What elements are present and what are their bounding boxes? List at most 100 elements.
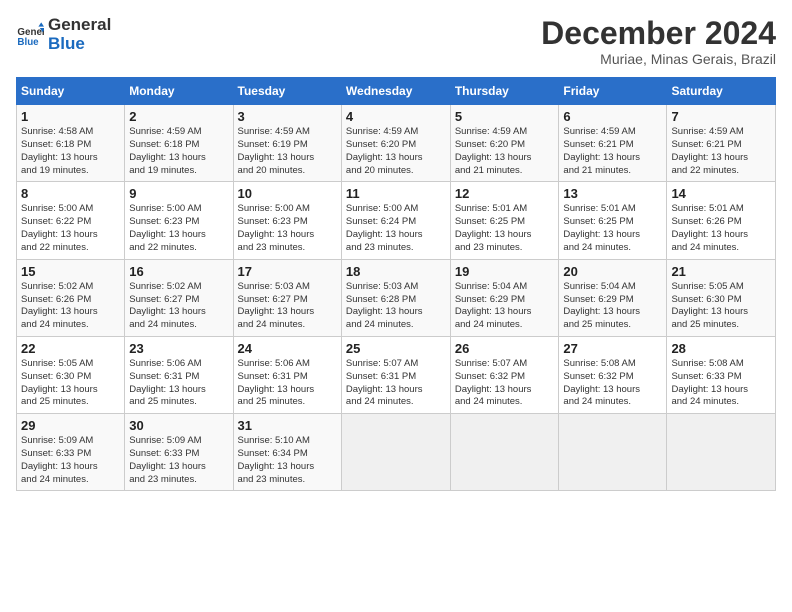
- calendar-week-row: 15 Sunrise: 5:02 AMSunset: 6:26 PMDayligh…: [17, 259, 776, 336]
- day-number: 16: [129, 264, 228, 279]
- day-number: 5: [455, 109, 555, 124]
- day-of-week-header: Friday: [559, 78, 667, 105]
- calendar-day-cell: 7Sunrise: 4:59 AMSunset: 6:21 PMDaylight…: [667, 105, 776, 182]
- day-number: 4: [346, 109, 446, 124]
- day-of-week-header: Saturday: [667, 78, 776, 105]
- day-number: 14: [671, 186, 771, 201]
- day-number: 28: [671, 341, 771, 356]
- day-info: Sunrise: 5:06 AMSunset: 6:31 PMDaylight:…: [238, 358, 337, 409]
- day-of-week-header: Monday: [125, 78, 233, 105]
- logo-icon: General Blue: [16, 21, 44, 49]
- calendar-day-cell: [450, 414, 559, 491]
- calendar-day-cell: [341, 414, 450, 491]
- calendar-day-cell: 12 Sunrise: 5:01 AMSunset: 6:25 PMDayligh…: [450, 182, 559, 259]
- day-info: Sunrise: 5:08 AMSunset: 6:32 PMDaylight:…: [563, 358, 662, 409]
- day-number: 27: [563, 341, 662, 356]
- calendar-day-cell: 1 Sunrise: 4:58 AMSunset: 6:18 PMDaylight…: [17, 105, 125, 182]
- day-info: Sunrise: 5:00 AMSunset: 6:23 PMDaylight:…: [238, 203, 337, 254]
- day-info: Sunrise: 5:00 AMSunset: 6:22 PMDaylight:…: [21, 203, 120, 254]
- day-info: Sunrise: 4:58 AMSunset: 6:18 PMDaylight:…: [21, 126, 120, 177]
- day-info: Sunrise: 5:02 AMSunset: 6:26 PMDaylight:…: [21, 281, 120, 332]
- day-number: 19: [455, 264, 555, 279]
- calendar-day-cell: 27 Sunrise: 5:08 AMSunset: 6:32 PMDayligh…: [559, 336, 667, 413]
- calendar-day-cell: 31Sunrise: 5:10 AMSunset: 6:34 PMDayligh…: [233, 414, 341, 491]
- day-info: Sunrise: 5:05 AMSunset: 6:30 PMDaylight:…: [21, 358, 120, 409]
- day-of-week-header: Sunday: [17, 78, 125, 105]
- day-number: 1: [21, 109, 120, 124]
- calendar-table: SundayMondayTuesdayWednesdayThursdayFrid…: [16, 77, 776, 491]
- day-info: Sunrise: 4:59 AMSunset: 6:20 PMDaylight:…: [455, 126, 555, 177]
- day-number: 11: [346, 186, 446, 201]
- day-info: Sunrise: 4:59 AMSunset: 6:21 PMDaylight:…: [563, 126, 662, 177]
- day-number: 10: [238, 186, 337, 201]
- page-container: General Blue General Blue December 2024 …: [0, 0, 792, 501]
- day-number: 23: [129, 341, 228, 356]
- day-info: Sunrise: 5:04 AMSunset: 6:29 PMDaylight:…: [455, 281, 555, 332]
- day-number: 22: [21, 341, 120, 356]
- calendar-header: SundayMondayTuesdayWednesdayThursdayFrid…: [17, 78, 776, 105]
- day-number: 20: [563, 264, 662, 279]
- day-number: 26: [455, 341, 555, 356]
- day-info: Sunrise: 5:05 AMSunset: 6:30 PMDaylight:…: [671, 281, 771, 332]
- title-block: December 2024 Muriae, Minas Gerais, Braz…: [541, 16, 776, 67]
- day-of-week-header: Wednesday: [341, 78, 450, 105]
- day-number: 12: [455, 186, 555, 201]
- day-info: Sunrise: 5:09 AMSunset: 6:33 PMDaylight:…: [129, 435, 228, 486]
- calendar-day-cell: 8 Sunrise: 5:00 AMSunset: 6:22 PMDaylight…: [17, 182, 125, 259]
- day-info: Sunrise: 5:09 AMSunset: 6:33 PMDaylight:…: [21, 435, 120, 486]
- day-info: Sunrise: 5:02 AMSunset: 6:27 PMDaylight:…: [129, 281, 228, 332]
- calendar-day-cell: 2Sunrise: 4:59 AMSunset: 6:18 PMDaylight…: [125, 105, 233, 182]
- calendar-day-cell: 5 Sunrise: 4:59 AMSunset: 6:20 PMDaylight…: [450, 105, 559, 182]
- day-number: 9: [129, 186, 228, 201]
- day-info: Sunrise: 5:03 AMSunset: 6:27 PMDaylight:…: [238, 281, 337, 332]
- day-number: 29: [21, 418, 120, 433]
- day-number: 25: [346, 341, 446, 356]
- calendar-day-cell: 20 Sunrise: 5:04 AMSunset: 6:29 PMDayligh…: [559, 259, 667, 336]
- calendar-day-cell: 17Sunrise: 5:03 AMSunset: 6:27 PMDayligh…: [233, 259, 341, 336]
- month-title: December 2024: [541, 16, 776, 51]
- calendar-week-row: 1 Sunrise: 4:58 AMSunset: 6:18 PMDaylight…: [17, 105, 776, 182]
- day-number: 8: [21, 186, 120, 201]
- calendar-day-cell: 19 Sunrise: 5:04 AMSunset: 6:29 PMDayligh…: [450, 259, 559, 336]
- calendar-day-cell: 29 Sunrise: 5:09 AMSunset: 6:33 PMDayligh…: [17, 414, 125, 491]
- day-number: 31: [238, 418, 337, 433]
- calendar-day-cell: 24Sunrise: 5:06 AMSunset: 6:31 PMDayligh…: [233, 336, 341, 413]
- calendar-day-cell: 16 Sunrise: 5:02 AMSunset: 6:27 PMDayligh…: [125, 259, 233, 336]
- day-number: 15: [21, 264, 120, 279]
- day-number: 21: [671, 264, 771, 279]
- day-of-week-header: Tuesday: [233, 78, 341, 105]
- calendar-week-row: 29 Sunrise: 5:09 AMSunset: 6:33 PMDayligh…: [17, 414, 776, 491]
- day-info: Sunrise: 4:59 AMSunset: 6:18 PMDaylight:…: [129, 126, 228, 177]
- day-info: Sunrise: 5:07 AMSunset: 6:31 PMDaylight:…: [346, 358, 446, 409]
- day-info: Sunrise: 5:08 AMSunset: 6:33 PMDaylight:…: [671, 358, 771, 409]
- calendar-day-cell: [559, 414, 667, 491]
- day-info: Sunrise: 5:00 AMSunset: 6:24 PMDaylight:…: [346, 203, 446, 254]
- subtitle: Muriae, Minas Gerais, Brazil: [541, 51, 776, 67]
- day-info: Sunrise: 5:06 AMSunset: 6:31 PMDaylight:…: [129, 358, 228, 409]
- calendar-day-cell: 9 Sunrise: 5:00 AMSunset: 6:23 PMDaylight…: [125, 182, 233, 259]
- calendar-week-row: 22 Sunrise: 5:05 AMSunset: 6:30 PMDayligh…: [17, 336, 776, 413]
- calendar-day-cell: 21 Sunrise: 5:05 AMSunset: 6:30 PMDayligh…: [667, 259, 776, 336]
- day-info: Sunrise: 4:59 AMSunset: 6:19 PMDaylight:…: [238, 126, 337, 177]
- day-number: 6: [563, 109, 662, 124]
- day-number: 7: [671, 109, 771, 124]
- day-info: Sunrise: 5:03 AMSunset: 6:28 PMDaylight:…: [346, 281, 446, 332]
- logo: General Blue General Blue: [16, 16, 111, 53]
- day-number: 13: [563, 186, 662, 201]
- calendar-day-cell: 23 Sunrise: 5:06 AMSunset: 6:31 PMDayligh…: [125, 336, 233, 413]
- day-info: Sunrise: 5:01 AMSunset: 6:25 PMDaylight:…: [455, 203, 555, 254]
- calendar-week-row: 8 Sunrise: 5:00 AMSunset: 6:22 PMDaylight…: [17, 182, 776, 259]
- calendar-day-cell: 11 Sunrise: 5:00 AMSunset: 6:24 PMDayligh…: [341, 182, 450, 259]
- calendar-day-cell: 18 Sunrise: 5:03 AMSunset: 6:28 PMDayligh…: [341, 259, 450, 336]
- header-row: General Blue General Blue December 2024 …: [16, 16, 776, 67]
- day-info: Sunrise: 5:01 AMSunset: 6:25 PMDaylight:…: [563, 203, 662, 254]
- calendar-day-cell: 3 Sunrise: 4:59 AMSunset: 6:19 PMDaylight…: [233, 105, 341, 182]
- day-info: Sunrise: 4:59 AMSunset: 6:20 PMDaylight:…: [346, 126, 446, 177]
- calendar-day-cell: 30Sunrise: 5:09 AMSunset: 6:33 PMDayligh…: [125, 414, 233, 491]
- day-info: Sunrise: 5:00 AMSunset: 6:23 PMDaylight:…: [129, 203, 228, 254]
- calendar-day-cell: 15 Sunrise: 5:02 AMSunset: 6:26 PMDayligh…: [17, 259, 125, 336]
- day-number: 3: [238, 109, 337, 124]
- day-info: Sunrise: 5:04 AMSunset: 6:29 PMDaylight:…: [563, 281, 662, 332]
- day-number: 18: [346, 264, 446, 279]
- day-info: Sunrise: 5:01 AMSunset: 6:26 PMDaylight:…: [671, 203, 771, 254]
